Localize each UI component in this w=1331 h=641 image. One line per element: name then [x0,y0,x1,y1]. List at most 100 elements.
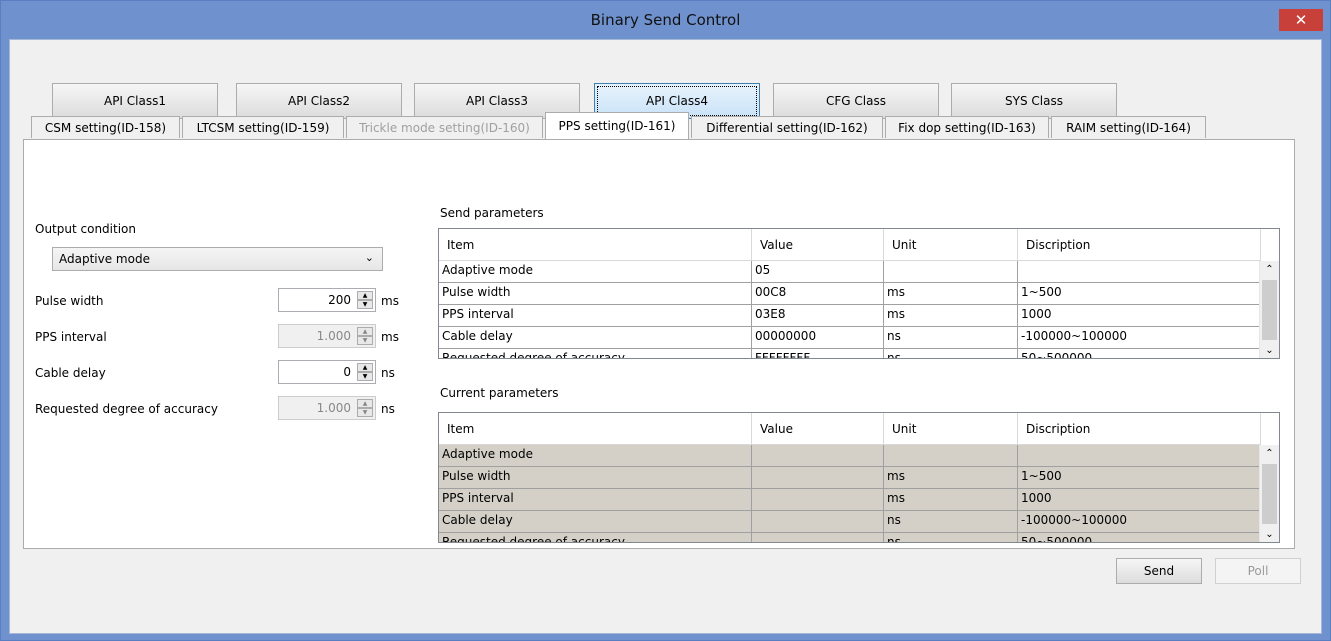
pps-setting-page: Output condition Adaptive mode ⌄ Pulse w… [23,139,1295,549]
close-button[interactable]: ✕ [1279,9,1323,31]
pps-interval-stepper: 1.000 ▲ ▼ [278,324,376,348]
table-cell: ns [884,349,1018,358]
spin-down-icon[interactable]: ▼ [357,300,373,309]
table-cell [1018,261,1261,283]
table-row[interactable]: Cable delay 00000000 ns -100000~100000 [439,327,1261,349]
vertical-scrollbar[interactable]: ⌃ ⌄ [1259,261,1279,358]
table-cell [752,489,884,511]
table-row[interactable]: Cable delay ns -100000~100000 [439,511,1261,533]
table-cell [1018,445,1261,467]
output-condition-value: Adaptive mode [59,252,150,266]
table-row[interactable]: Requested degree of accuracy FFFFFFFF ns 50… [439,349,1261,358]
table-cell [752,511,884,533]
table-cell: Adaptive mode [439,445,752,467]
table-cell: ms [884,489,1018,511]
table-cell: -100000~100000 [1018,511,1261,533]
table-cell: 03E8 [752,305,884,327]
table-cell: ms [884,305,1018,327]
api-class1-button[interactable]: API Class1 [52,83,218,119]
table-cell [884,261,1018,283]
chevron-down-icon: ⌄ [364,251,374,264]
scroll-up-icon[interactable]: ⌃ [1260,445,1279,462]
spin-up-icon[interactable]: ▲ [357,363,373,372]
tab-raim-setting[interactable]: RAIM setting(ID-164) [1051,116,1206,138]
pulse-width-stepper[interactable]: 200 ▲ ▼ [278,288,376,312]
cable-delay-stepper[interactable]: 0 ▲ ▼ [278,360,376,384]
table-row[interactable]: Adaptive mode [439,445,1261,467]
tab-ltcsm-setting[interactable]: LTCSM setting(ID-159) [182,116,344,138]
table-row[interactable]: PPS interval ms 1000 [439,489,1261,511]
table-cell: ns [884,327,1018,349]
scroll-thumb[interactable] [1262,464,1277,524]
output-condition-select[interactable]: Adaptive mode ⌄ [52,247,383,271]
table-cell: 1~500 [1018,467,1261,489]
poll-button: Poll [1215,558,1301,584]
column-header-value[interactable]: Value [752,229,884,261]
spin-down-icon[interactable]: ▼ [357,372,373,381]
table-row[interactable]: Adaptive mode 05 [439,261,1261,283]
pulse-width-value: 200 [328,293,351,307]
pps-interval-value: 1.000 [316,329,351,343]
table-cell: Requested degree of accuracy [439,533,752,542]
table-cell: Pulse width [439,467,752,489]
table-cell: 1~500 [1018,283,1261,305]
table-cell: Cable delay [439,511,752,533]
current-parameters-title: Current parameters [440,386,559,400]
current-parameters-grid[interactable]: Item Value Unit Discription Adaptive mod… [438,412,1280,543]
table-row[interactable]: Pulse width ms 1~500 [439,467,1261,489]
column-header-value[interactable]: Value [752,413,884,445]
scroll-up-icon[interactable]: ⌃ [1260,261,1279,278]
pulse-width-unit: ms [381,294,399,308]
vertical-scrollbar[interactable]: ⌃ ⌄ [1259,445,1279,542]
table-cell: ns [884,511,1018,533]
scroll-down-icon[interactable]: ⌄ [1260,526,1279,542]
table-cell: 05 [752,261,884,283]
close-icon: ✕ [1294,11,1308,29]
title-bar: Binary Send Control ✕ [1,1,1330,39]
table-row[interactable]: Pulse width 00C8 ms 1~500 [439,283,1261,305]
table-cell [752,533,884,542]
table-row[interactable]: PPS interval 03E8 ms 1000 [439,305,1261,327]
send-parameters-grid[interactable]: Item Value Unit Discription Adaptive mod… [438,228,1280,359]
table-cell [752,467,884,489]
table-cell: Cable delay [439,327,752,349]
spin-up-icon: ▲ [357,327,373,336]
table-row[interactable]: Requested degree of accuracy ns 50~500000 [439,533,1261,542]
column-header-description[interactable]: Discription [1018,229,1261,261]
send-parameters-title: Send parameters [440,206,544,220]
cfg-class-button[interactable]: CFG Class [773,83,939,119]
tab-pps-setting[interactable]: PPS setting(ID-161) [545,112,689,139]
table-cell: 00000000 [752,327,884,349]
tab-differential-setting[interactable]: Differential setting(ID-162) [691,116,883,138]
pulse-width-label: Pulse width [35,294,104,308]
column-header-unit[interactable]: Unit [884,229,1018,261]
table-cell: Adaptive mode [439,261,752,283]
table-cell: 1000 [1018,489,1261,511]
api-class2-button[interactable]: API Class2 [236,83,402,119]
spin-up-icon[interactable]: ▲ [357,291,373,300]
accuracy-unit: ns [381,402,395,416]
send-button[interactable]: Send [1116,558,1202,584]
spin-up-icon: ▲ [357,399,373,408]
table-cell [884,445,1018,467]
cable-delay-value: 0 [343,365,351,379]
current-rows: Adaptive mode Pulse width ms 1~500 PPS inter… [439,445,1261,542]
table-cell: 00C8 [752,283,884,305]
accuracy-label: Requested degree of accuracy [35,402,218,416]
column-header-item[interactable]: Item [439,229,752,261]
column-header-item[interactable]: Item [439,413,752,445]
sys-class-button[interactable]: SYS Class [951,83,1117,119]
tab-csm-setting[interactable]: CSM setting(ID-158) [31,116,180,138]
grid-header: Item Value Unit Discription [439,229,1261,261]
table-cell: -100000~100000 [1018,327,1261,349]
column-header-description[interactable]: Discription [1018,413,1261,445]
scroll-down-icon[interactable]: ⌄ [1260,342,1279,358]
send-rows: Adaptive mode 05 Pulse width 00C8 ms 1~500 PPS… [439,261,1261,358]
column-header-unit[interactable]: Unit [884,413,1018,445]
table-cell: PPS interval [439,489,752,511]
table-cell: 50~500000 [1018,349,1261,358]
pps-interval-unit: ms [381,330,399,344]
table-cell: Requested degree of accuracy [439,349,752,358]
scroll-thumb[interactable] [1262,280,1277,340]
tab-fix-dop-setting[interactable]: Fix dop setting(ID-163) [885,116,1049,138]
